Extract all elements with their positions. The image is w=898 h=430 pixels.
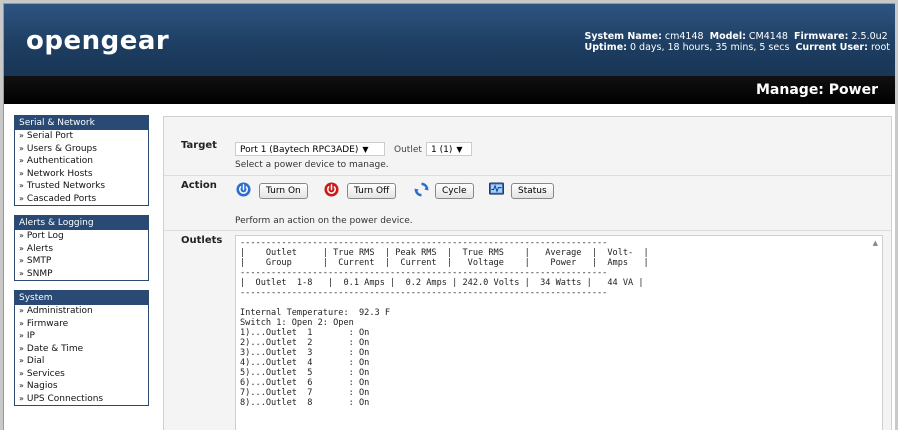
- sidebar-item-users-groups[interactable]: » Users & Groups: [15, 143, 148, 156]
- browser-frame: opengear System Name: cm4148 Model: CM41…: [3, 3, 895, 430]
- outlet-select[interactable]: 1 (1) ▼: [426, 142, 472, 156]
- turn-on-button[interactable]: Turn On: [259, 183, 308, 199]
- sidebar-item-network-hosts[interactable]: » Network Hosts: [15, 168, 148, 181]
- system-info-line-1: System Name: cm4148 Model: CM4148 Firmwa…: [584, 31, 890, 42]
- nav-section-system: System » Administration » Firmware » IP » Da…: [14, 290, 149, 406]
- sidebar-item-dial[interactable]: » Dial: [15, 355, 148, 368]
- nav-section-title: Serial & Network: [15, 116, 148, 130]
- firmware-label: Firmware:: [793, 31, 849, 42]
- sidebar-item-label: UPS Connections: [26, 393, 104, 404]
- sidebar-item-label: Cascaded Ports: [26, 193, 97, 204]
- uptime-label: Uptime:: [584, 42, 627, 53]
- nav-section-serial-network: Serial & Network » Serial Port » Users & G…: [14, 115, 149, 206]
- sidebar-item-label: Authentication: [26, 156, 93, 166]
- sidebar-item-smtp[interactable]: » SMTP: [15, 255, 148, 268]
- sidebar-item-label: Trusted Networks: [26, 181, 106, 191]
- system-info-line-2: Uptime: 0 days, 18 hours, 35 mins, 5 sec…: [584, 42, 890, 53]
- nav-section-title: System: [15, 291, 148, 305]
- scroll-up-arrow-icon[interactable]: ▲: [873, 239, 878, 247]
- page-title: Manage: Power: [756, 82, 878, 98]
- sidebar-item-firmware[interactable]: » Firmware: [15, 318, 148, 331]
- page-title-bar: Manage: Power: [4, 76, 895, 104]
- target-label: Target: [181, 140, 217, 151]
- nav-section-alerts-logging: Alerts & Logging » Port Log » Alerts » SMTP…: [14, 215, 149, 281]
- divider: [164, 175, 891, 177]
- outlet-select-value: 1 (1): [431, 145, 453, 155]
- sidebar-item-port-log[interactable]: » Port Log: [15, 230, 148, 243]
- current-user-value: root: [870, 42, 890, 53]
- chevron-down-icon: ▼: [362, 145, 369, 154]
- sidebar-item-label: Nagios: [26, 381, 58, 391]
- sidebar-item-trusted-networks[interactable]: » Trusted Networks: [15, 180, 148, 193]
- model-value: CM4148: [748, 31, 788, 42]
- sidebar-item-label: Port Log: [26, 231, 64, 241]
- action-help-text: Perform an action on the power device.: [235, 216, 413, 226]
- power-manage-panel: Target Port 1 (Baytech RPC3ADE) ▼ Outlet …: [163, 116, 892, 430]
- firmware-value: 2.5.0u2: [851, 31, 888, 42]
- power-off-icon[interactable]: [324, 182, 339, 197]
- sidebar-item-nagios[interactable]: » Nagios: [15, 380, 148, 393]
- sidebar-item-label: Network Hosts: [26, 168, 93, 179]
- uptime-value: 0 days, 18 hours, 35 mins, 5 secs: [629, 42, 790, 53]
- sidebar-item-snmp[interactable]: » SNMP: [15, 268, 148, 281]
- system-name-label: System Name:: [584, 31, 662, 42]
- sidebar-item-authentication[interactable]: » Authentication: [15, 155, 148, 168]
- sidebar-item-label: SMTP: [26, 256, 52, 266]
- sidebar-item-ip[interactable]: » IP: [15, 330, 148, 343]
- header-bar: opengear System Name: cm4148 Model: CM41…: [4, 4, 895, 76]
- outlet-label: Outlet: [394, 145, 422, 155]
- sidebar-item-label: Alerts: [26, 243, 54, 254]
- system-info: System Name: cm4148 Model: CM4148 Firmwa…: [584, 31, 890, 53]
- action-label: Action: [181, 180, 217, 191]
- sidebar-item-label: IP: [26, 331, 35, 341]
- sidebar: Serial & Network » Serial Port » Users & G…: [14, 115, 149, 415]
- divider: [164, 230, 891, 232]
- current-user-label: Current User:: [795, 42, 868, 53]
- sidebar-item-date-time[interactable]: » Date & Time: [15, 343, 148, 356]
- outlets-console-text: ----------------------------------------…: [240, 238, 649, 408]
- sidebar-item-label: Serial Port: [26, 131, 74, 141]
- chevron-down-icon: ▼: [456, 145, 463, 154]
- power-device-select-value: Port 1 (Baytech RPC3ADE): [240, 145, 359, 155]
- sidebar-item-label: Users & Groups: [26, 143, 97, 154]
- sidebar-item-label: SNMP: [26, 268, 53, 279]
- sidebar-item-ups-connections[interactable]: » UPS Connections: [15, 393, 148, 406]
- status-button[interactable]: Status: [511, 183, 554, 199]
- sidebar-item-label: Administration: [26, 306, 93, 316]
- sidebar-item-alerts[interactable]: » Alerts: [15, 243, 148, 256]
- outlets-label: Outlets: [181, 235, 223, 246]
- turn-off-button[interactable]: Turn Off: [347, 183, 397, 199]
- opengear-logo: opengear: [26, 26, 170, 56]
- sidebar-item-label: Date & Time: [26, 343, 84, 354]
- outlets-console[interactable]: ----------------------------------------…: [235, 235, 883, 430]
- target-help-text: Select a power device to manage.: [235, 160, 389, 170]
- sidebar-item-services[interactable]: » Services: [15, 368, 148, 381]
- sidebar-item-cascaded-ports[interactable]: » Cascaded Ports: [15, 193, 148, 206]
- sidebar-item-label: Firmware: [26, 318, 69, 329]
- power-on-icon[interactable]: [236, 182, 251, 197]
- sidebar-item-serial-port[interactable]: » Serial Port: [15, 130, 148, 143]
- sidebar-item-label: Services: [26, 368, 65, 379]
- model-label: Model:: [709, 31, 746, 42]
- power-device-select[interactable]: Port 1 (Baytech RPC3ADE) ▼: [235, 142, 385, 156]
- nav-section-title: Alerts & Logging: [15, 216, 148, 230]
- system-name-value: cm4148: [664, 31, 704, 42]
- cycle-icon[interactable]: [414, 182, 429, 197]
- sidebar-item-label: Dial: [26, 356, 45, 366]
- sidebar-item-administration[interactable]: » Administration: [15, 305, 148, 318]
- status-monitor-icon[interactable]: [489, 182, 504, 197]
- cycle-button[interactable]: Cycle: [435, 183, 474, 199]
